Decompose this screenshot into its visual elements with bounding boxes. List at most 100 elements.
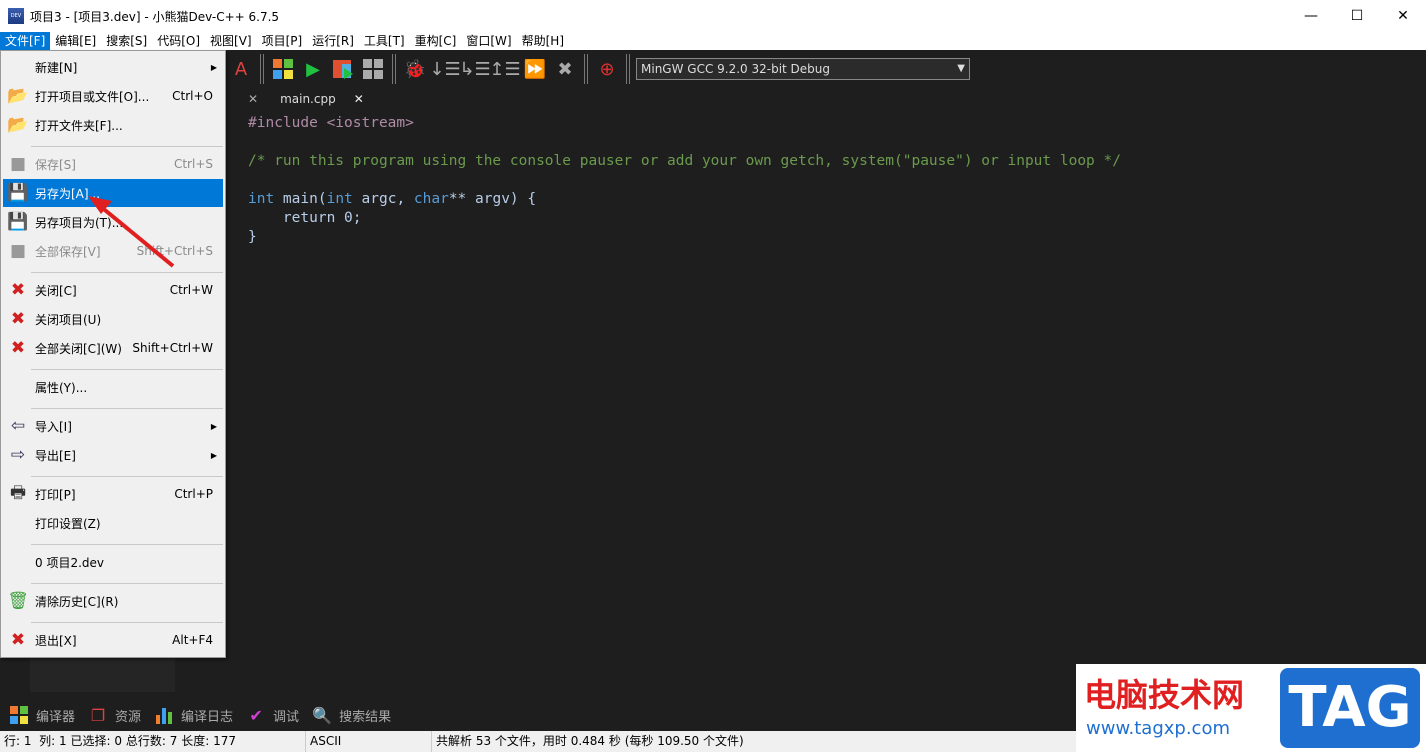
compile-button[interactable] [270,56,296,82]
code-line: /* run this program using the console pa… [248,153,1121,169]
tab-resources[interactable]: ❐ 资源 [87,704,141,726]
menu-separator [31,583,223,584]
menu-run[interactable]: 运行[R] [307,32,359,50]
menu-search[interactable]: 搜索[S] [101,32,152,50]
import-icon: ⇦ [10,416,26,436]
save-icon: ■ [9,154,27,174]
tab-close-icon[interactable]: ✕ [354,92,364,106]
menu-view[interactable]: 视图[V] [205,32,257,50]
run-button[interactable]: ▶ [300,56,326,82]
menu-item[interactable]: 0 项目2.dev [3,548,223,576]
tab-compiler[interactable]: 编译器 [8,704,75,726]
blank-icon [6,511,30,535]
menu-item[interactable]: 💾 另存为[A]... [3,179,223,207]
tab-search-results[interactable]: 🔍 搜索结果 [311,704,391,726]
submenu-arrow-icon: ▶ [210,421,217,431]
menu-code[interactable]: 代码[O] [152,32,205,50]
menu-item[interactable]: ■ 全部保存[V] Shift+Ctrl+S [3,237,223,265]
watermark-logo: 电脑技术网 www.tagxp.com TAG [1076,664,1426,752]
menu-item-label: 导出[E] [35,448,76,463]
encoding[interactable]: ASCII [306,731,432,752]
tab-label: 资源 [115,709,142,725]
menu-item[interactable]: 打印设置(Z) [3,509,223,537]
format-icon[interactable]: A [228,56,254,82]
menu-item-label: 另存项目为(T)... [35,215,124,230]
tab-label: 搜索结果 [339,709,392,725]
menu-item[interactable]: 新建[N] ▶ [3,53,223,81]
tab-debug[interactable]: ✔ 调试 [245,704,299,726]
tab-main-cpp[interactable]: main.cpp ✕ [272,88,372,110]
menu-item[interactable]: 🖶 打印[P] Ctrl+P [3,480,223,508]
watermark-url: www.tagxp.com [1086,718,1230,739]
stop-icon[interactable]: ✖ [552,56,578,82]
menu-item[interactable]: ✖ 全部关闭[C](W) Shift+Ctrl+W [3,334,223,362]
code-editor[interactable]: #include <iostream> /* run this program … [178,110,1426,692]
tab-label: 编译器 [36,709,76,725]
blank-icon [6,55,30,79]
menu-item[interactable]: 💾 另存项目为(T)... [3,208,223,236]
menu-item[interactable]: ✖ 关闭[C] Ctrl+W [3,276,223,304]
code-content: #include <iostream> /* run this program … [248,114,1121,247]
menu-separator [31,544,223,545]
code-line: return 0; [248,209,1121,228]
tab-compile-log[interactable]: 编译日志 [153,704,233,726]
menu-item[interactable]: 📂 打开项目或文件[O]... Ctrl+O [3,82,223,110]
menu-refactor[interactable]: 重构[C] [410,32,462,50]
menu-item[interactable]: 属性(Y)... [3,373,223,401]
menu-window[interactable]: 窗口[W] [461,32,516,50]
minimize-button[interactable]: — [1288,0,1334,32]
menu-item-shortcut: Shift+Ctrl+S [136,244,213,258]
menu-item-label: 保存[S] [35,157,76,172]
menu-item[interactable]: ⇦ 导入[I] ▶ [3,412,223,440]
keyword: int [248,191,275,207]
title-bar: DEV 项目3 - [项目3.dev] - 小熊猫Dev-C++ 6.7.5 —… [0,0,1426,32]
code-text: 0; [335,210,362,226]
menu-file[interactable]: 文件[F] [0,32,51,50]
maximize-button[interactable]: ☐ [1334,0,1380,32]
menu-help[interactable]: 帮助[H] [517,32,569,50]
menu-item-shortcut: Shift+Ctrl+W [132,341,213,355]
menu-item[interactable]: 📂 打开文件夹[F]... [3,111,223,139]
rebuild-button[interactable] [360,56,386,82]
toolbar: A ▶ 🐞 ↓☰ ↳☰ ↥☰ ⏩ ✖ ⊕ MinGW GCC 9.2.0 32-… [226,52,1426,86]
step-over-icon[interactable]: ↓☰ [429,56,460,82]
menu-edit[interactable]: 编辑[E] [50,32,101,50]
menu-project[interactable]: 项目[P] [257,32,308,50]
menu-item[interactable]: ⇨ 导出[E] ▶ [3,441,223,469]
folder-open-icon: 📂 [7,115,29,135]
floppy-icon: 💾 [7,183,29,203]
menu-item-label: 属性(Y)... [35,380,88,395]
compile-run-button[interactable] [330,56,356,82]
menu-item[interactable]: 🗑 清除历史[C](R) [3,587,223,615]
toolbar-separator [392,54,396,84]
continue-icon[interactable]: ⏩ [522,56,548,82]
close-button[interactable]: ✕ [1380,0,1426,32]
compiler-select-value: MinGW GCC 9.2.0 32-bit Debug [641,62,831,76]
debug-bug-icon[interactable]: 🐞 [402,56,428,82]
save-all-icon: ■ [9,241,27,261]
step-into-icon[interactable]: ↳☰ [459,56,490,82]
menu-item-label: 新建[N] [35,60,78,75]
keyword: return [248,210,336,226]
exit-icon: ✖ [10,630,26,650]
blank-icon [6,375,30,399]
menu-tools[interactable]: 工具[T] [359,32,410,50]
menu-item-label: 打印设置(Z) [35,516,101,531]
menu-item-label: 导入[I] [35,419,72,434]
menu-item-label: 全部保存[V] [35,244,101,259]
folder-open-icon: 📂 [7,86,29,106]
toolbar-separator [626,54,630,84]
add-watch-icon[interactable]: ⊕ [594,56,620,82]
menu-item-label: 另存为[A]... [35,186,101,201]
menu-item-label: 清除历史[C](R) [35,594,119,609]
panel-close-icon[interactable]: ✕ [248,92,258,106]
compiler-select[interactable]: MinGW GCC 9.2.0 32-bit Debug ▼ [636,58,970,80]
menu-item[interactable]: ■ 保存[S] Ctrl+S [3,150,223,178]
menu-separator [31,622,223,623]
menu-item[interactable]: ✖ 退出[X] Alt+F4 [3,626,223,654]
menu-item-shortcut: Alt+F4 [172,633,213,647]
compiler-icon [8,704,30,726]
parse-status: 共解析 53 个文件，用时 0.484 秒 (每秒 109.50 个文件) [436,734,744,748]
step-out-icon[interactable]: ↥☰ [489,56,520,82]
menu-item[interactable]: ✖ 关闭项目(U) [3,305,223,333]
